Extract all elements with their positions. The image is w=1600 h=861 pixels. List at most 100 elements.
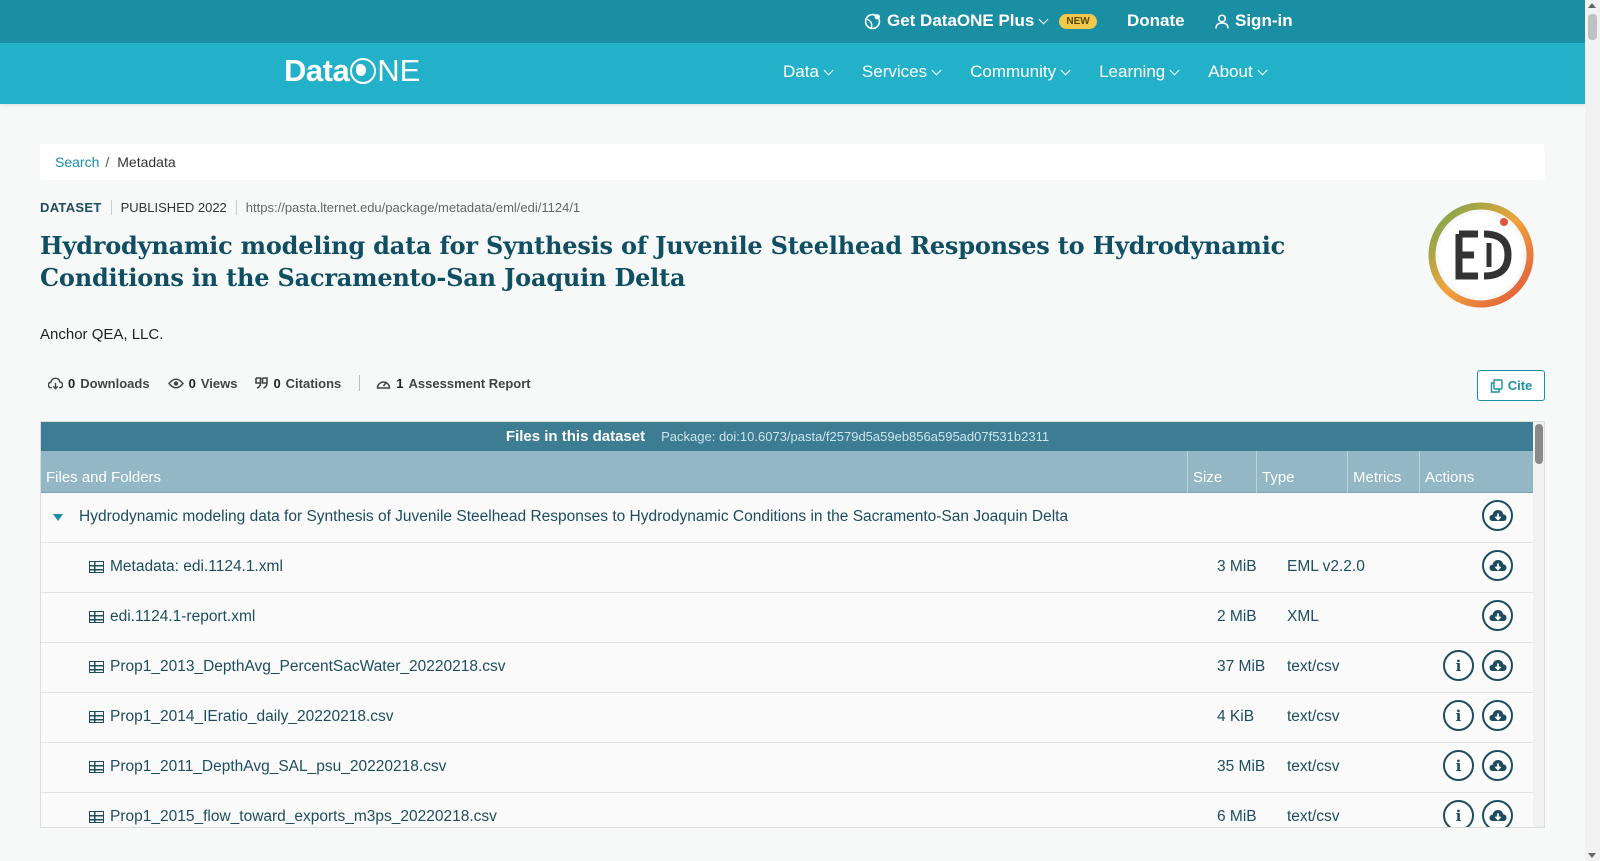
folder-label: Hydrodynamic modeling data for Synthesis… xyxy=(79,508,1069,525)
nav-about-label: About xyxy=(1208,62,1253,81)
file-row[interactable]: Prop1_2015_flow_toward_exports_m3ps_2022… xyxy=(41,793,1533,827)
eye-icon xyxy=(167,378,184,388)
file-type: text/csv xyxy=(1287,658,1340,675)
views-count: 0 xyxy=(188,375,196,391)
assessment-report-link[interactable]: 1 Assessment Report xyxy=(376,375,531,391)
file-info-button[interactable]: i xyxy=(1443,800,1474,827)
file-size: 37 MiB xyxy=(1217,658,1266,675)
info-icon: i xyxy=(1455,706,1462,725)
cloud-download-icon xyxy=(1489,809,1506,821)
user-icon xyxy=(1215,13,1229,29)
download-file-button[interactable] xyxy=(1482,750,1513,781)
quote-icon xyxy=(255,377,269,389)
top-utility-bar: Get DataONE Plus NEW Donate Sign-in xyxy=(0,0,1585,43)
sign-in-label: Sign-in xyxy=(1235,11,1293,30)
cloud-download-icon xyxy=(1489,609,1506,621)
dataset-meta-line: DATASET PUBLISHED 2022 https://pasta.lte… xyxy=(40,200,580,215)
table-icon xyxy=(89,761,104,773)
cite-label: Cite xyxy=(1507,378,1533,393)
file-row[interactable]: edi.1124.1-report.xml 2 MiB XML xyxy=(41,593,1533,643)
column-files-and-folders[interactable]: Files and Folders xyxy=(46,469,161,486)
info-icon: i xyxy=(1455,806,1462,825)
folder-row[interactable]: Hydrodynamic modeling data for Synthesis… xyxy=(41,493,1533,543)
folder-name[interactable]: Hydrodynamic modeling data for Synthesis… xyxy=(53,508,1068,526)
file-row[interactable]: Prop1_2013_DepthAvg_PercentSacWater_2022… xyxy=(41,643,1533,693)
file-row[interactable]: Prop1_2014_IEratio_daily_20220218.csv 4 … xyxy=(41,693,1533,743)
donate-link[interactable]: Donate xyxy=(1127,11,1185,31)
file-info-button[interactable]: i xyxy=(1443,650,1474,681)
file-row[interactable]: Prop1_2011_DepthAvg_SAL_psu_20220218.csv… xyxy=(41,743,1533,793)
page-scrollbar[interactable] xyxy=(1585,0,1600,861)
get-dataone-plus-menu[interactable]: Get DataONE Plus NEW xyxy=(864,11,1097,31)
nav-data-label: Data xyxy=(783,62,819,81)
caret-down-icon[interactable] xyxy=(53,513,63,521)
files-table-scrollbar-thumb[interactable] xyxy=(1535,424,1543,464)
download-file-button[interactable] xyxy=(1482,800,1513,827)
download-folder-button[interactable] xyxy=(1482,500,1513,531)
cloud-download-icon xyxy=(48,377,63,390)
views-stat: 0 Views xyxy=(167,375,237,391)
file-name-label: Prop1_2015_flow_toward_exports_m3ps_2022… xyxy=(110,808,497,825)
assessment-report-label: Assessment Report xyxy=(408,375,531,391)
breadcrumb-search-link[interactable]: Search xyxy=(55,154,99,170)
column-type[interactable]: Type xyxy=(1262,469,1295,486)
chevron-down-icon xyxy=(1169,65,1180,75)
file-name[interactable]: Prop1_2011_DepthAvg_SAL_psu_20220218.csv xyxy=(89,758,446,776)
chevron-down-icon xyxy=(823,65,834,75)
downloads-count: 0 xyxy=(68,375,76,391)
info-icon: i xyxy=(1455,656,1462,675)
files-table-title-bar: Files in this dataset Package: doi:10.60… xyxy=(41,422,1544,451)
file-name[interactable]: Metadata: edi.1124.1.xml xyxy=(89,558,283,576)
file-name-label: edi.1124.1-report.xml xyxy=(110,608,256,625)
divider xyxy=(235,200,237,215)
citations-count: 0 xyxy=(273,375,281,391)
file-name[interactable]: Prop1_2015_flow_toward_exports_m3ps_2022… xyxy=(89,808,497,826)
files-table-scrollbar[interactable] xyxy=(1533,422,1544,827)
scrollbar-thumb[interactable] xyxy=(1588,14,1597,40)
table-icon xyxy=(89,661,104,673)
citations-label: Citations xyxy=(285,375,342,391)
nav-data[interactable]: Data xyxy=(783,62,834,82)
nav-learning[interactable]: Learning xyxy=(1099,62,1180,82)
cite-button[interactable]: Cite xyxy=(1477,370,1545,401)
file-name-label: Prop1_2013_DepthAvg_PercentSacWater_2022… xyxy=(110,658,506,675)
file-type: EML v2.2.0 xyxy=(1287,558,1365,575)
file-name[interactable]: Prop1_2013_DepthAvg_PercentSacWater_2022… xyxy=(89,658,506,676)
gauge-icon xyxy=(377,380,391,389)
dataset-url[interactable]: https://pasta.lternet.edu/package/metada… xyxy=(246,200,580,215)
globe-icon xyxy=(350,58,377,84)
file-name[interactable]: Prop1_2014_IEratio_daily_20220218.csv xyxy=(89,708,394,726)
dataset-author[interactable]: Anchor QEA, LLC. xyxy=(40,326,163,343)
file-row[interactable]: Metadata: edi.1124.1.xml 3 MiB EML v2.2.… xyxy=(41,543,1533,593)
column-metrics: Metrics xyxy=(1353,469,1402,486)
chevron-down-icon xyxy=(931,65,942,75)
new-badge: NEW xyxy=(1059,13,1097,29)
scroll-up-arrow-icon[interactable] xyxy=(1588,3,1596,8)
column-size[interactable]: Size xyxy=(1193,469,1222,486)
download-file-button[interactable] xyxy=(1482,650,1513,681)
file-info-button[interactable]: i xyxy=(1443,700,1474,731)
column-actions: Actions xyxy=(1425,469,1475,486)
download-file-button[interactable] xyxy=(1482,550,1513,581)
main-navbar: Data NE Data Services Community Learning… xyxy=(0,43,1585,104)
dataset-type: DATASET xyxy=(40,200,102,215)
nav-community[interactable]: Community xyxy=(970,62,1071,82)
citations-stat: 0 Citations xyxy=(255,376,341,391)
chevron-down-icon xyxy=(1257,65,1268,75)
file-info-button[interactable]: i xyxy=(1443,750,1474,781)
nav-about[interactable]: About xyxy=(1208,62,1268,82)
sign-in-link[interactable]: Sign-in xyxy=(1215,11,1293,31)
assessment-report-count: 1 xyxy=(396,375,404,391)
download-file-button[interactable] xyxy=(1482,600,1513,631)
download-file-button[interactable] xyxy=(1482,700,1513,731)
dataone-logo[interactable]: Data NE xyxy=(284,53,420,89)
file-name-label: Prop1_2011_DepthAvg_SAL_psu_20220218.csv xyxy=(110,758,447,775)
chevron-down-icon xyxy=(1038,14,1049,24)
scroll-down-arrow-icon[interactable] xyxy=(1588,853,1596,858)
edi-repository-logo[interactable] xyxy=(1426,200,1536,310)
file-name[interactable]: edi.1124.1-report.xml xyxy=(89,608,255,626)
get-dataone-plus-label: Get DataONE Plus xyxy=(887,11,1035,30)
nav-learning-label: Learning xyxy=(1099,62,1166,81)
nav-services[interactable]: Services xyxy=(862,62,942,82)
downloads-stat: 0 Downloads xyxy=(48,376,150,391)
